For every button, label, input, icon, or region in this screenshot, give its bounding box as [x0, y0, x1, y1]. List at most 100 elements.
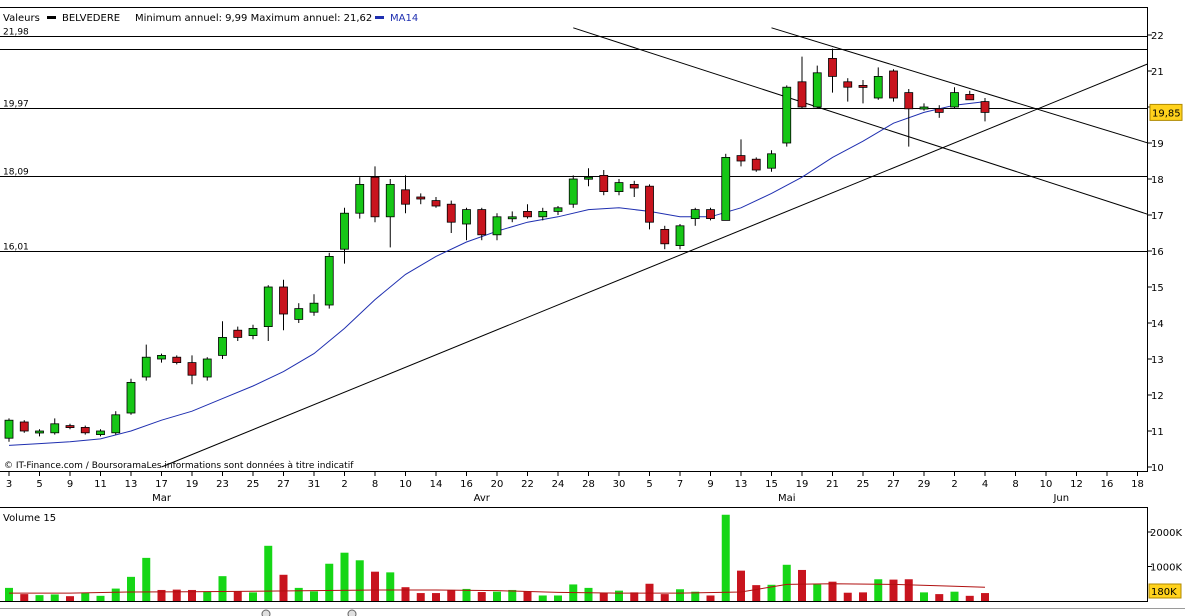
volume-bar: [828, 581, 837, 601]
price-tick-label: 19: [1151, 139, 1164, 150]
date-tick-label: 10: [399, 479, 412, 490]
volume-bar: [645, 583, 654, 601]
candle: [782, 85, 792, 147]
candle-body: [294, 308, 304, 320]
volume-bar: [889, 579, 898, 601]
date-tick-label: 16: [460, 479, 473, 490]
date-tick-label: 13: [125, 479, 138, 490]
candle-body: [950, 92, 959, 108]
volume-bar: [782, 564, 791, 601]
ma-legend-swatch: [375, 16, 384, 19]
volume-bar: [96, 595, 105, 601]
volume-bar: [538, 595, 547, 601]
price-tick-label: 14: [1151, 319, 1164, 330]
header-valeurs-label: Valeurs: [3, 13, 40, 24]
volume-bar: [874, 579, 883, 601]
date-tick-label: 15: [765, 479, 778, 490]
price-tick-label: 18: [1151, 175, 1164, 186]
date-tick-label: 11: [94, 479, 107, 490]
date-tick-label: 25: [247, 479, 260, 490]
candle-body: [858, 85, 868, 88]
candle-body: [645, 185, 654, 223]
candle: [4, 418, 14, 442]
volume-bar: [355, 560, 364, 601]
candle-body: [477, 209, 487, 236]
candle-body: [202, 358, 212, 378]
candle: [706, 207, 715, 221]
volume-bar: [798, 569, 806, 601]
scroll-handle-right[interactable]: [347, 609, 357, 616]
candle-body: [233, 329, 243, 338]
price-tick-label: 11: [1151, 427, 1164, 438]
candle-body: [431, 200, 441, 207]
volume-bar: [950, 591, 959, 601]
level-label: 18,09: [3, 168, 29, 178]
level-label: 21,98: [3, 28, 29, 38]
volume-bar: [523, 591, 532, 601]
date-tick-label: 2: [341, 479, 347, 490]
candle-body: [751, 158, 761, 171]
candle: [767, 150, 776, 172]
candle-body: [797, 81, 807, 108]
date-tick-label: 14: [430, 479, 443, 490]
date-tick-label: 7: [677, 479, 683, 490]
price-tick-label: 17: [1151, 211, 1164, 222]
volume-bar: [904, 579, 913, 601]
candle-body: [19, 421, 29, 432]
date-tick-label: 25: [857, 479, 870, 490]
month-label: Mar: [152, 493, 172, 504]
volume-bar: [432, 593, 440, 601]
candle-body: [4, 419, 14, 439]
volume-bar: [920, 592, 928, 601]
candle-body: [675, 225, 685, 247]
volume-bar: [127, 576, 135, 601]
candle-body: [523, 210, 532, 218]
date-tick-label: 5: [646, 479, 652, 490]
date-tick-label: 28: [582, 479, 595, 490]
level-label: 16,01: [3, 243, 29, 253]
candle-body: [507, 216, 517, 220]
volume-bar: [20, 594, 29, 601]
candle-body: [157, 354, 166, 360]
candle-body: [172, 356, 182, 364]
volume-bar: [477, 592, 486, 601]
date-tick-label: 19: [186, 479, 199, 490]
candle-body: [401, 189, 410, 205]
candle: [111, 411, 121, 435]
candle: [751, 157, 761, 172]
candle-body: [568, 178, 578, 205]
candle-body: [965, 94, 975, 101]
price-tick-label: 10: [1151, 463, 1164, 474]
volume-bar: [218, 576, 227, 601]
candle-body: [843, 81, 853, 88]
scroll-handle-left[interactable]: [261, 609, 271, 616]
candle: [126, 378, 136, 415]
volume-bar: [676, 589, 684, 601]
candle-body: [187, 362, 197, 376]
volume-bar: [447, 589, 456, 601]
volume-bar: [111, 588, 120, 601]
date-tick-label: 12: [1070, 479, 1083, 490]
candle-body: [690, 209, 700, 220]
candle-body: [706, 209, 715, 220]
candle-body: [446, 203, 456, 223]
candle-body: [828, 58, 837, 77]
date-tick-label: 2: [951, 479, 957, 490]
candle-body: [492, 216, 502, 236]
volume-bar: [615, 590, 623, 601]
volume-bar: [965, 595, 974, 601]
symbol-name: BELVEDERE: [62, 13, 120, 24]
candle: [675, 224, 685, 250]
volume-bar: [371, 571, 379, 601]
date-tick-label: 3: [6, 479, 12, 490]
candle-body: [96, 430, 105, 435]
volume-bar: [340, 552, 349, 601]
candle-body: [35, 430, 44, 434]
date-tick-label: 31: [308, 479, 321, 490]
date-tick-label: 23: [216, 479, 229, 490]
volume-bar: [81, 593, 90, 601]
candle: [889, 69, 898, 102]
candle-body: [614, 182, 624, 193]
volume-bar: [599, 593, 608, 601]
volume-tick-label: 2000K: [1150, 528, 1182, 539]
